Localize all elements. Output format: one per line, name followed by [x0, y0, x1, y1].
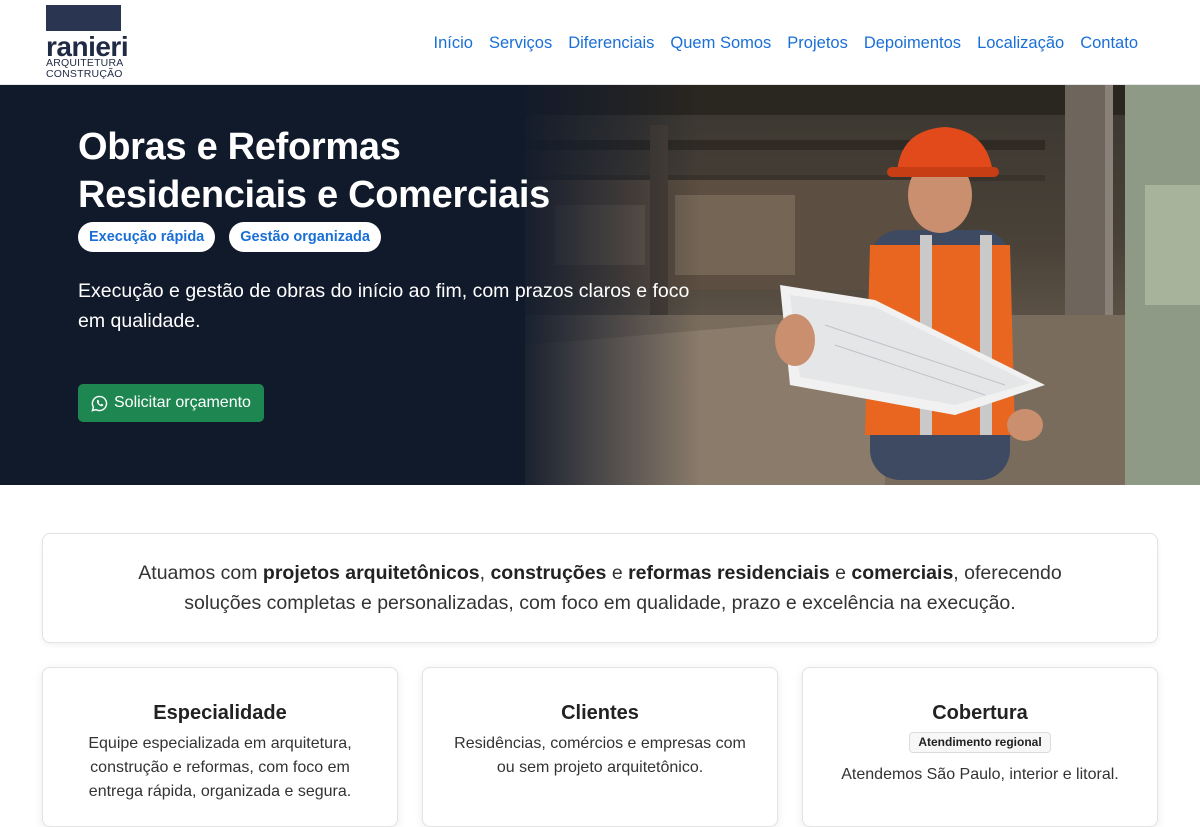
- hero-title: Obras e Reformas Residenciais e Comercia…: [78, 123, 638, 219]
- card-clientes: Clientes Residências, comércios e empres…: [422, 667, 778, 827]
- hero-section: Obras e Reformas Residenciais e Comercia…: [0, 85, 1200, 485]
- hero-title-line-1: Obras e Reformas: [78, 126, 401, 168]
- intro-highlight: reformas residenciais: [628, 562, 830, 584]
- site-header: ranieri ARQUITETURA CONSTRUÇÃO Início Se…: [0, 0, 1200, 85]
- intro-card: Atuamos com projetos arquitetônicos, con…: [42, 533, 1158, 643]
- main-nav: Início Serviços Diferenciais Quem Somos …: [426, 33, 1147, 53]
- card-title: Clientes: [561, 702, 639, 724]
- card-text: Equipe especializada em arquitetura, con…: [88, 735, 352, 800]
- request-quote-label: Solicitar orçamento: [114, 394, 251, 411]
- regional-badge: Atendimento regional: [909, 732, 1051, 753]
- whatsapp-icon: [91, 395, 108, 412]
- tag-gestao-organizada: Gestão organizada: [229, 222, 381, 252]
- ranieri-logo[interactable]: ranieri ARQUITETURA CONSTRUÇÃO: [46, 5, 129, 81]
- intro-text: Atuamos com projetos arquitetônicos, con…: [138, 562, 1062, 614]
- nav-diferenciais[interactable]: Diferenciais: [560, 33, 662, 53]
- intro-highlight: comerciais: [851, 562, 954, 584]
- nav-quem-somos[interactable]: Quem Somos: [662, 33, 779, 53]
- tag-execucao-rapida: Execução rápida: [78, 222, 216, 252]
- hero-subtitle: Execução e gestão de obras do início ao …: [78, 280, 690, 332]
- card-cobertura: Cobertura Atendimento regional Atendemos…: [802, 667, 1158, 827]
- logo-subtitle-2: CONSTRUÇÃO: [46, 68, 123, 80]
- intro-highlight: projetos arquitetônicos: [262, 562, 480, 584]
- hero-tags: Execução rápida Gestão organizada: [78, 222, 381, 252]
- card-text: Atendemos São Paulo, interior e litoral.: [841, 766, 1119, 783]
- nav-localizacao[interactable]: Localização: [969, 33, 1072, 53]
- nav-inicio[interactable]: Início: [426, 33, 481, 53]
- card-title: Especialidade: [153, 702, 287, 724]
- nav-contato[interactable]: Contato: [1072, 33, 1146, 53]
- card-especialidade: Especialidade Equipe especializada em ar…: [42, 667, 398, 827]
- nav-depoimentos[interactable]: Depoimentos: [856, 33, 969, 53]
- card-title: Cobertura: [932, 702, 1028, 724]
- intro-highlight: construções: [490, 562, 607, 584]
- card-text: Residências, comércios e empresas com ou…: [454, 735, 746, 776]
- request-quote-button[interactable]: Solicitar orçamento: [78, 384, 264, 422]
- hero-title-line-2: Residenciais e Comerciais: [78, 174, 550, 216]
- nav-projetos[interactable]: Projetos: [779, 33, 856, 53]
- nav-servicos[interactable]: Serviços: [481, 33, 560, 53]
